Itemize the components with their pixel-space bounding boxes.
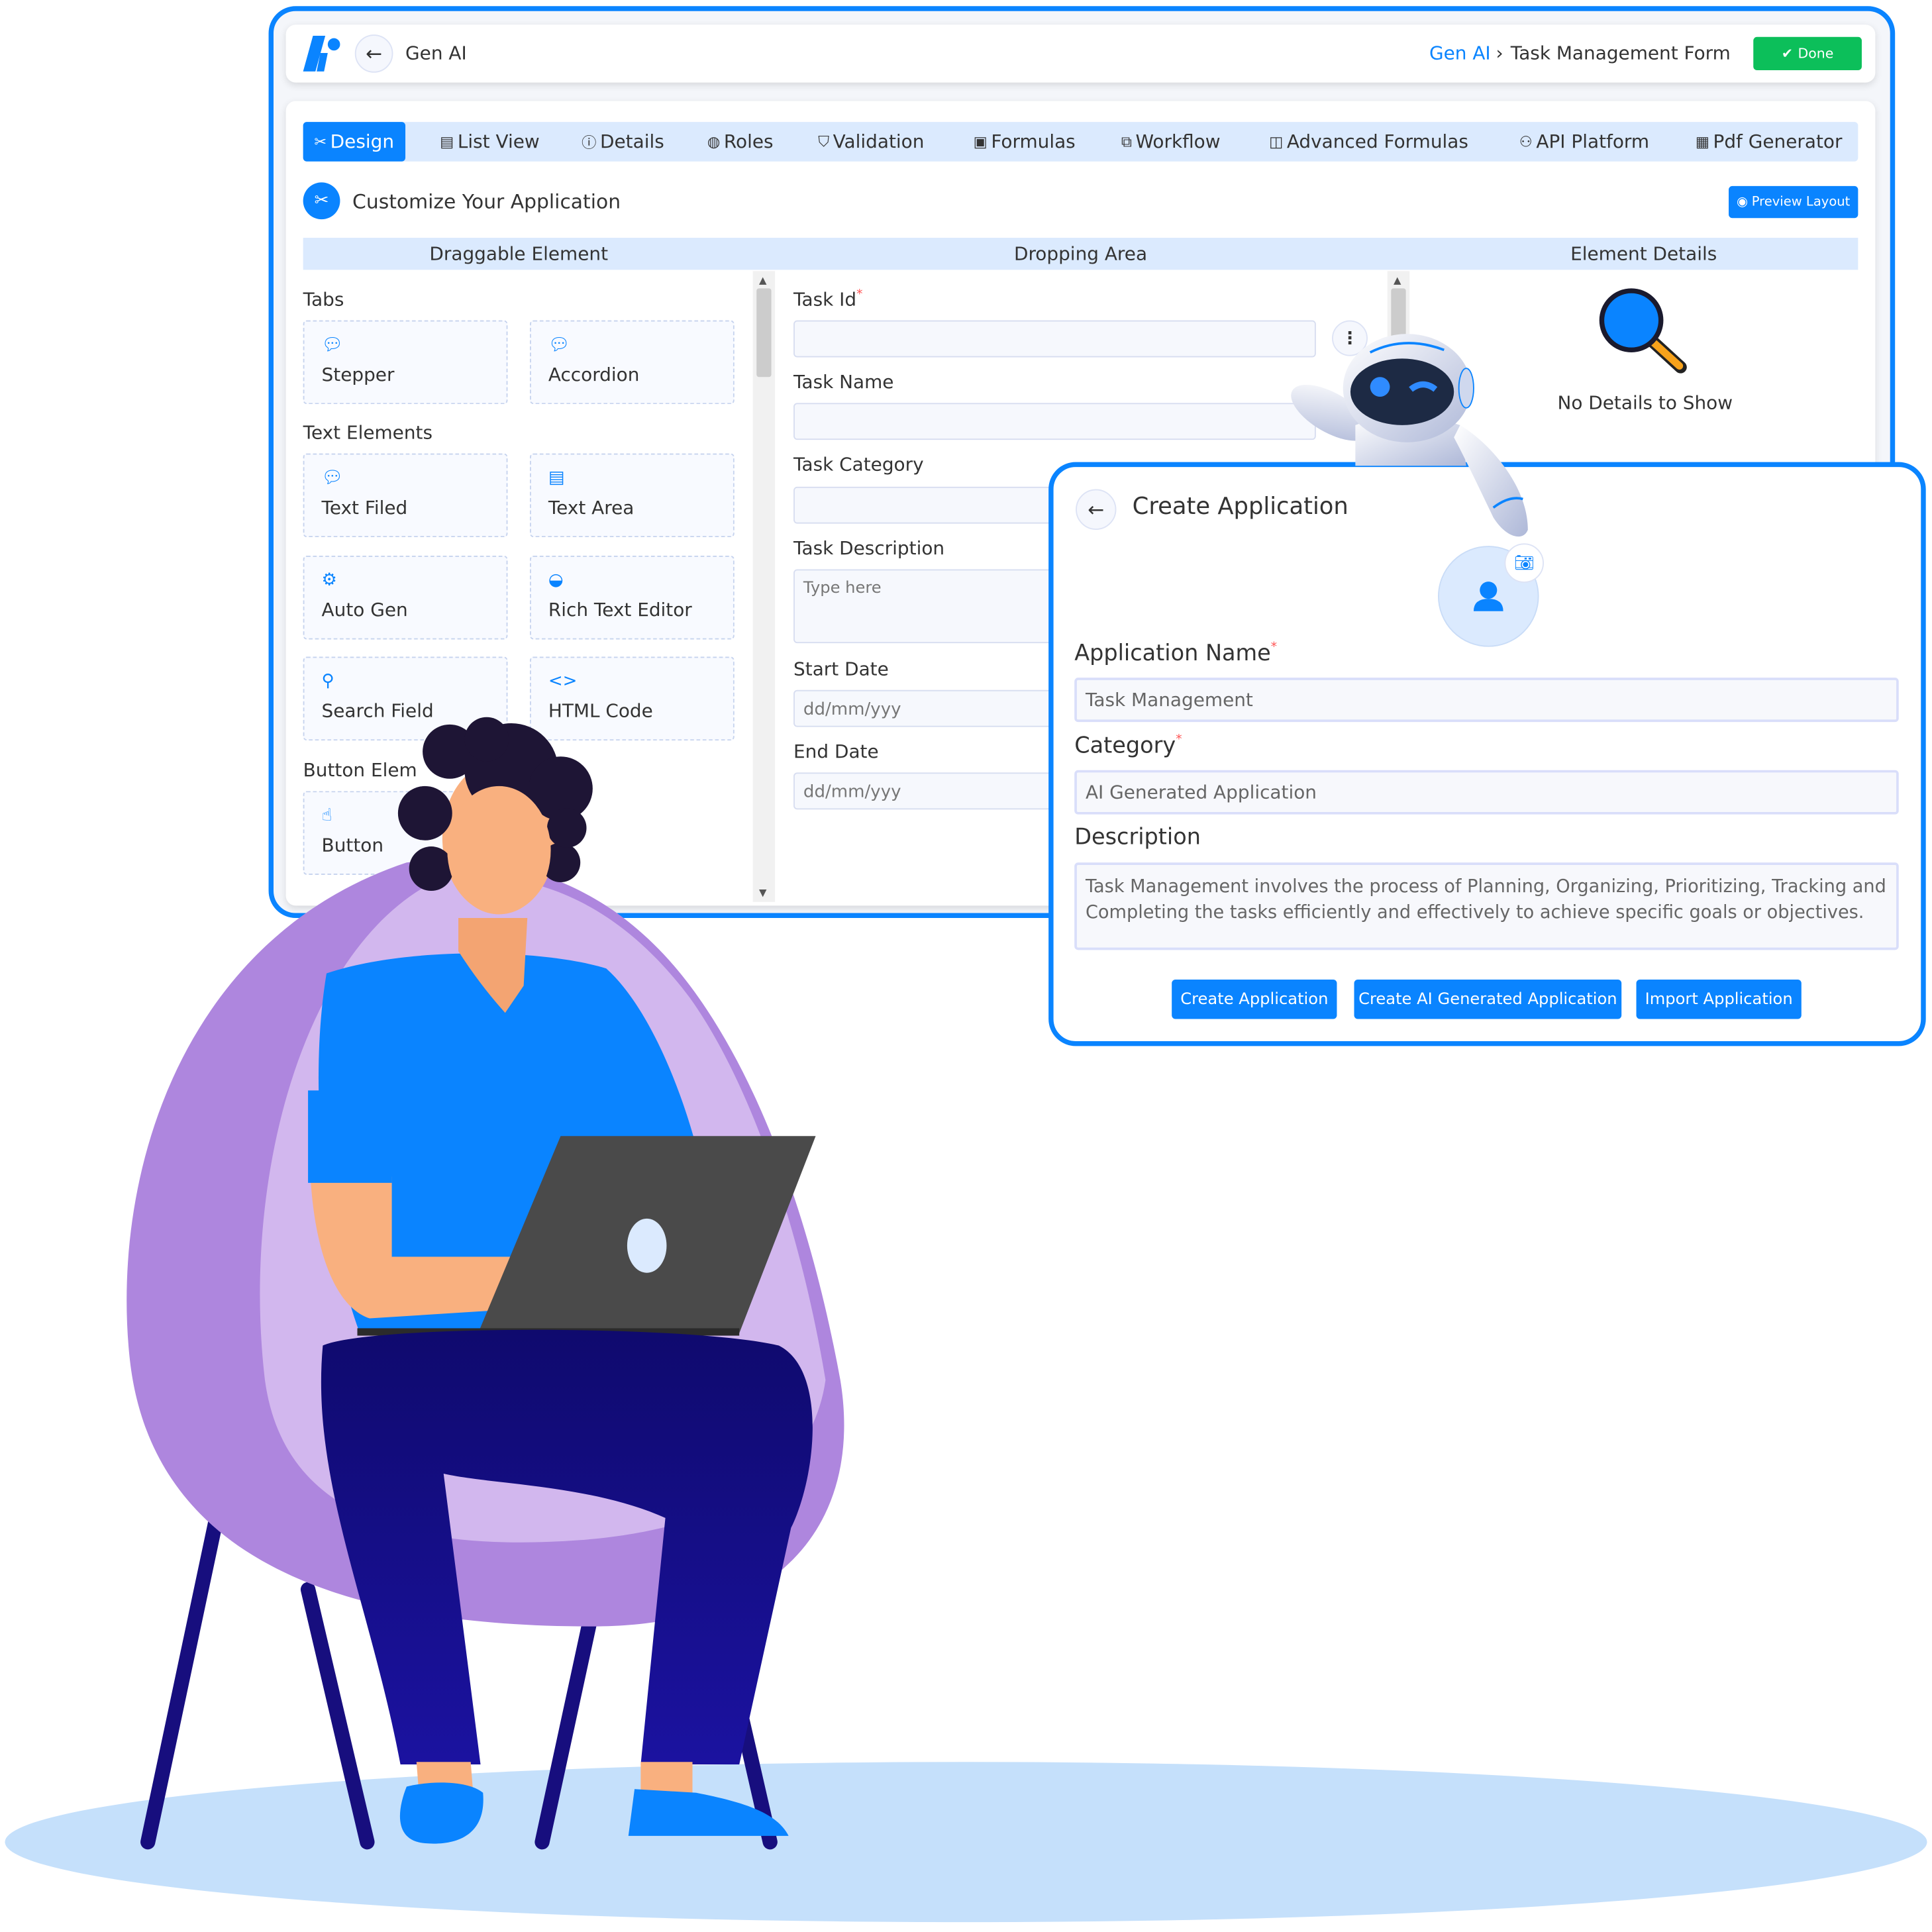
dialog-title: Create Application (1132, 493, 1348, 521)
camera-icon: 📷︎ (1513, 554, 1535, 573)
import-application-button[interactable]: Import Application (1636, 979, 1802, 1019)
laptop-logo (627, 1218, 667, 1273)
description-label: Description (1074, 824, 1201, 850)
category-label: Category* (1074, 733, 1182, 759)
application-name-input[interactable]: Task Management (1074, 678, 1899, 723)
category-input[interactable]: AI Generated Application (1074, 770, 1899, 815)
stage: ← Gen AI Gen AI › Task Management Form ✔… (0, 0, 1932, 1932)
application-name-label: Application Name* (1074, 640, 1278, 667)
create-application-button[interactable]: Create Application (1172, 979, 1337, 1019)
camera-button[interactable]: 📷︎ (1504, 543, 1544, 583)
dialog-back-button[interactable]: ← (1076, 489, 1117, 530)
arrow-left-icon: ← (1088, 497, 1105, 521)
sleeve (308, 1090, 392, 1183)
description-textarea[interactable]: Task Management involves the process of … (1074, 862, 1899, 950)
create-ai-generated-application-button[interactable]: Create AI Generated Application (1354, 979, 1622, 1019)
left-shoe (399, 1782, 483, 1844)
